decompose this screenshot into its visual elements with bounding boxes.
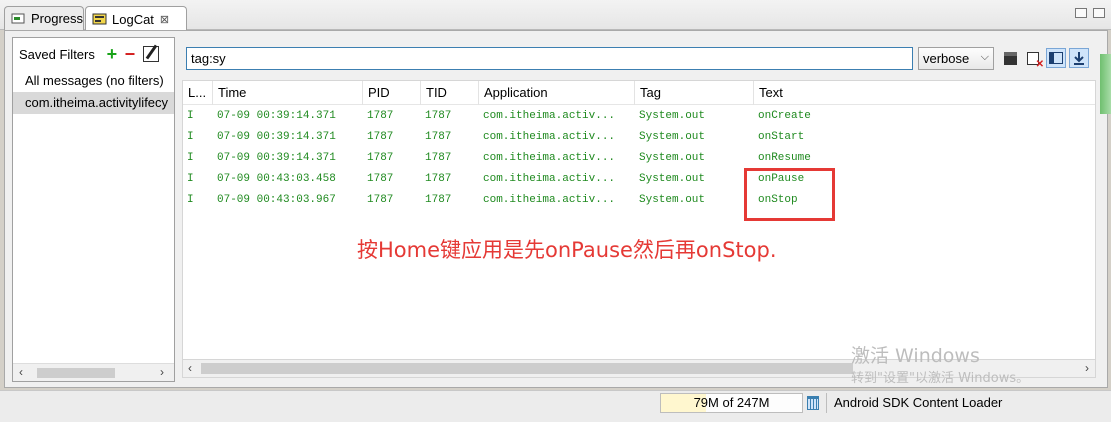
- annotation-text: 按Home键应用是先onPause然后再onStop.: [357, 238, 777, 262]
- filter-item-all[interactable]: All messages (no filters): [13, 70, 174, 92]
- filters-scrollbar[interactable]: ‹ ›: [13, 363, 174, 381]
- cell-tag: System.out: [639, 173, 706, 185]
- column-level[interactable]: L...: [183, 81, 213, 105]
- cell-time: 07-09 00:43:03.967: [217, 194, 336, 206]
- table-row[interactable]: I 07-09 00:43:03.967 1787 1787 com.itheima.a…: [182, 190, 1096, 211]
- column-pid[interactable]: PID: [363, 81, 421, 105]
- cell-text: onResume: [758, 152, 811, 164]
- cell-time: 07-09 00:39:14.371: [217, 110, 336, 122]
- minimize-icon[interactable]: [1075, 8, 1087, 18]
- trash-icon: [807, 396, 819, 410]
- scroll-down-icon: [1074, 52, 1084, 65]
- table-row[interactable]: I 07-09 00:39:14.371 1787 1787 com.itheima.a…: [182, 106, 1096, 127]
- scroll-right-icon[interactable]: ›: [160, 365, 164, 379]
- toggle-filters-button[interactable]: [1046, 48, 1066, 68]
- cell-tid: 1787: [425, 131, 452, 143]
- cell-tid: 1787: [425, 173, 452, 185]
- cell-level: I: [187, 152, 194, 164]
- status-message: Android SDK Content Loader: [834, 395, 1003, 410]
- cell-text: onCreate: [758, 110, 811, 122]
- save-log-button[interactable]: [1000, 48, 1020, 68]
- cell-application: com.itheima.activ...: [483, 194, 616, 206]
- scroll-left-icon[interactable]: ‹: [19, 365, 23, 379]
- scrollbar-thumb[interactable]: [37, 368, 115, 378]
- cell-level: I: [187, 131, 194, 143]
- clear-log-icon: [1027, 51, 1044, 70]
- cell-pid: 1787: [367, 194, 394, 206]
- log-level-value: verbose: [923, 51, 970, 66]
- table-header: L... Time PID TID Application Tag Text: [183, 81, 1095, 105]
- saved-filters-panel: Saved Filters + − All messages (no filte…: [12, 37, 175, 382]
- tab-progress-label: Progress: [31, 11, 84, 26]
- saved-filters-title: Saved Filters: [19, 46, 95, 62]
- cell-time: 07-09 00:43:03.458: [217, 173, 336, 185]
- add-filter-icon[interactable]: +: [103, 44, 121, 65]
- cell-tag: System.out: [639, 194, 706, 206]
- log-level-select[interactable]: verbose ⌵: [918, 47, 994, 70]
- cell-tag: System.out: [639, 110, 706, 122]
- chevron-down-icon: ⌵: [980, 51, 989, 63]
- table-row[interactable]: I 07-09 00:43:03.458 1787 1787 com.itheima.a…: [182, 169, 1096, 190]
- close-icon[interactable]: ⊠: [160, 13, 169, 26]
- progress-icon: [11, 12, 27, 26]
- column-text[interactable]: Text: [754, 81, 1094, 105]
- remove-filter-icon[interactable]: −: [121, 44, 139, 65]
- column-tid[interactable]: TID: [421, 81, 479, 105]
- view-controls: [1075, 8, 1105, 18]
- cell-tag: System.out: [639, 152, 706, 164]
- cell-pid: 1787: [367, 131, 394, 143]
- highlight-box: [744, 168, 835, 221]
- activation-watermark-title: 激活 Windows: [851, 345, 980, 367]
- tab-logcat-label: LogCat: [112, 11, 154, 27]
- cell-tid: 1787: [425, 152, 452, 164]
- cell-time: 07-09 00:39:14.371: [217, 152, 336, 164]
- column-tag[interactable]: Tag: [635, 81, 754, 105]
- scroll-right-icon[interactable]: ›: [1085, 361, 1089, 375]
- cell-tid: 1787: [425, 194, 452, 206]
- cell-text: onStart: [758, 131, 805, 143]
- tab-progress[interactable]: Progress: [4, 6, 84, 30]
- scroll-lock-button[interactable]: [1069, 48, 1089, 68]
- logcat-icon: [92, 12, 108, 26]
- column-application[interactable]: Application: [479, 81, 635, 105]
- cell-application: com.itheima.activ...: [483, 131, 616, 143]
- search-input[interactable]: tag:sy: [186, 47, 913, 70]
- maximize-icon[interactable]: [1093, 8, 1105, 18]
- table-row[interactable]: I 07-09 00:39:14.371 1787 1787 com.itheima.a…: [182, 148, 1096, 169]
- activation-watermark-hint: 转到"设置"以激活 Windows。: [851, 371, 1030, 386]
- filter-item-app[interactable]: com.itheima.activitylifecy: [13, 92, 174, 114]
- status-separator: [826, 393, 827, 413]
- cell-level: I: [187, 173, 194, 185]
- cell-application: com.itheima.activ...: [483, 173, 616, 185]
- cell-tag: System.out: [639, 131, 706, 143]
- cell-tid: 1787: [425, 110, 452, 122]
- side-strip: [1100, 54, 1111, 114]
- gc-button[interactable]: [806, 395, 820, 411]
- scroll-left-icon[interactable]: ‹: [188, 361, 192, 375]
- panel-icon: [1049, 52, 1063, 64]
- cell-pid: 1787: [367, 173, 394, 185]
- view-tab-bar: Progress LogCat ⊠: [0, 0, 1111, 31]
- saved-filters-header: Saved Filters + −: [13, 38, 174, 70]
- tab-logcat[interactable]: LogCat ⊠: [85, 6, 187, 31]
- cell-time: 07-09 00:39:14.371: [217, 131, 336, 143]
- cell-pid: 1787: [367, 110, 394, 122]
- save-icon: [1003, 51, 1017, 65]
- cell-pid: 1787: [367, 152, 394, 164]
- cell-level: I: [187, 110, 194, 122]
- cell-level: I: [187, 194, 194, 206]
- cell-application: com.itheima.activ...: [483, 110, 616, 122]
- scrollbar-thumb[interactable]: [201, 363, 853, 374]
- clear-log-button[interactable]: [1023, 48, 1044, 70]
- table-row[interactable]: I 07-09 00:39:14.371 1787 1787 com.itheima.a…: [182, 127, 1096, 148]
- edit-filter-icon[interactable]: [142, 46, 159, 62]
- cell-application: com.itheima.activ...: [483, 152, 616, 164]
- heap-status[interactable]: 79M of 247M: [660, 393, 803, 413]
- column-time[interactable]: Time: [213, 81, 363, 105]
